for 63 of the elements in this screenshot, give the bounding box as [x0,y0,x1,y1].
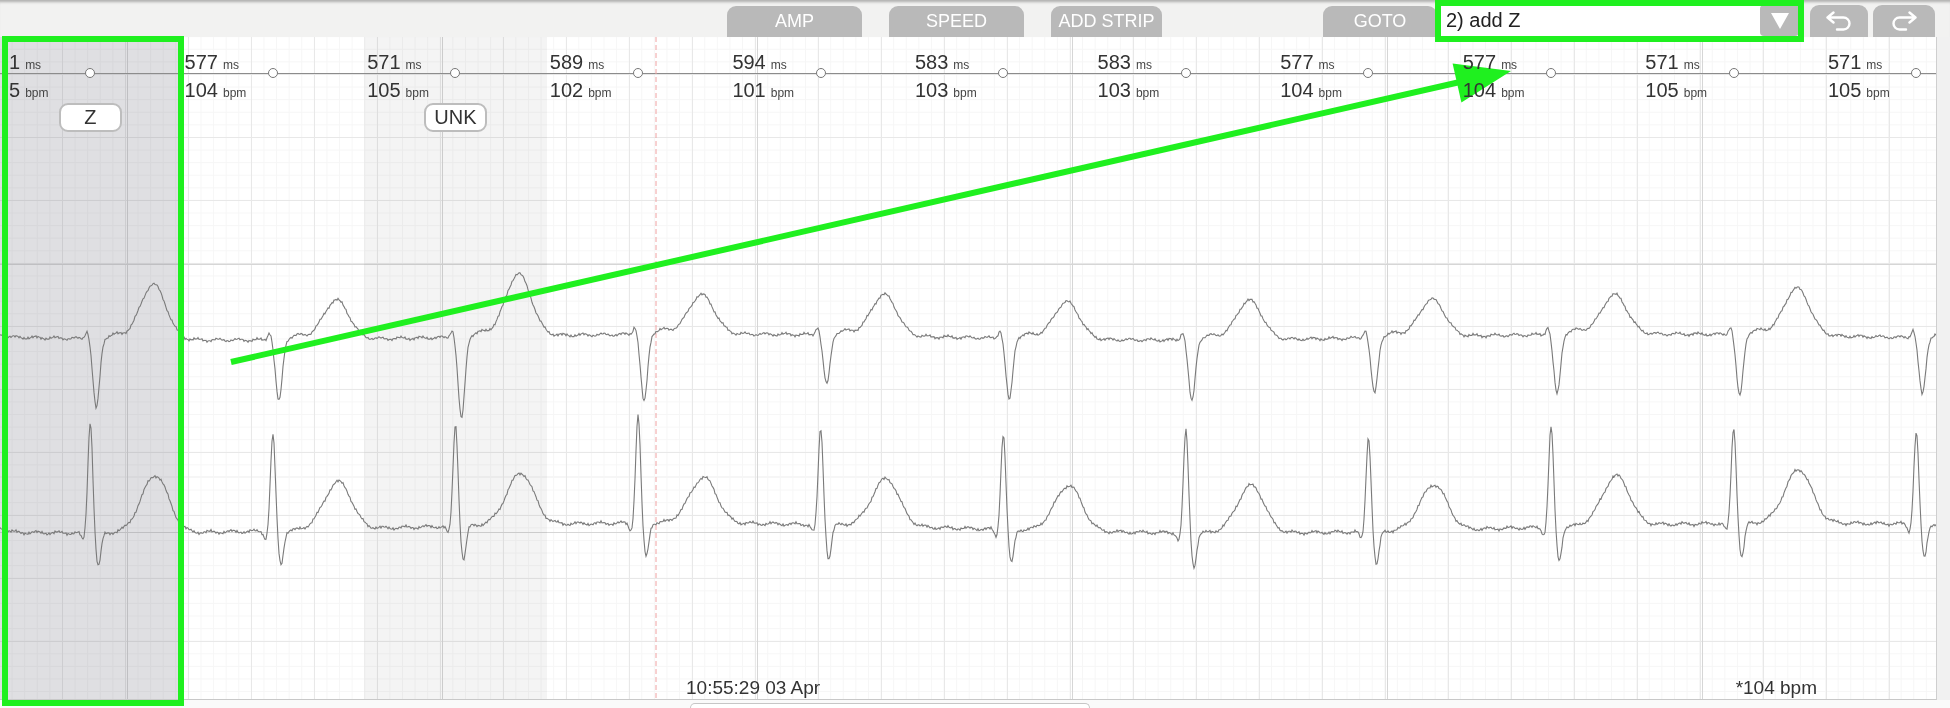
rr-interval-value: 583 [914,51,949,73]
beat-region[interactable]: 571 ms 105 bpm UNK [364,37,547,699]
caret-down-icon [1770,12,1789,29]
beat-tag[interactable]: UNK [424,103,487,132]
heart-rate-value: 104 [184,79,218,101]
undo-icon [1826,11,1852,31]
rate-unit: bpm [222,85,247,102]
timestamp-label: 10:55:29 03 Apr [686,677,821,699]
beat-marker-icon[interactable] [267,68,278,78]
rr-interval-value: 583 [1097,51,1131,73]
rr-interval-value: 577 [1280,51,1314,73]
heart-rate-value: 103 [1097,79,1131,101]
interval-unit: ms [770,57,787,74]
rate-unit: bpm [1135,85,1160,102]
heart-rate-value: 103 [914,79,949,101]
beat-marker-icon[interactable] [1546,68,1557,78]
redo-icon [1891,11,1917,31]
beat-marker-icon[interactable] [1180,68,1191,78]
rr-interval-value: 571 [1645,51,1679,73]
interval-unit: ms [1501,57,1518,74]
beat-marker-icon[interactable] [450,68,461,78]
beat-marker-icon[interactable] [1911,68,1922,78]
heart-rate-value: 5 [9,79,21,101]
redo-button[interactable] [1873,5,1935,37]
heart-rate-value: 105 [1827,79,1862,101]
beat-marker-icon[interactable] [815,68,826,78]
rate-unit: bpm [770,85,795,102]
interval-unit: ms [588,57,605,74]
average-rate-label: *104 bpm [1735,677,1817,699]
interval-unit: ms [1135,57,1152,74]
interval-unit: ms [1866,57,1883,74]
rate-unit: bpm [1866,85,1890,102]
heart-rate-value: 102 [549,79,584,101]
interval-unit: ms [953,57,970,74]
rr-interval-value: 571 [367,51,401,73]
beat-marker-icon[interactable] [1728,68,1739,78]
rr-interval-value: 1 [9,51,21,73]
heart-rate-value: 105 [1645,79,1679,101]
rr-interval-value: 589 [549,51,584,73]
rate-unit: bpm [1501,85,1525,102]
beat-marker-icon[interactable] [85,68,96,78]
interval-unit: ms [1318,57,1335,74]
interval-unit: ms [222,57,239,74]
rate-unit: bpm [25,85,49,102]
rate-unit: bpm [1683,85,1708,102]
rr-interval-value: 577 [184,51,218,73]
beat-marker-icon[interactable] [998,68,1009,78]
rate-unit: bpm [953,85,977,102]
rate-unit: bpm [405,85,429,102]
beat-marker-icon[interactable] [1363,68,1374,78]
heart-rate-value: 104 [1280,79,1314,101]
heart-rate-value: 101 [732,79,766,101]
rr-interval-value: 594 [732,51,766,73]
interval-unit: ms [1683,57,1700,74]
rate-unit: bpm [1318,85,1342,102]
rate-unit: bpm [588,85,612,102]
beat-tag[interactable]: Z [58,103,122,132]
beat-marker-icon[interactable] [633,68,644,78]
interval-unit: ms [405,57,422,74]
rr-interval-value: 571 [1827,51,1862,73]
undo-button[interactable] [1810,5,1868,37]
interval-unit: ms [25,57,42,74]
heart-rate-value: 105 [367,79,401,101]
